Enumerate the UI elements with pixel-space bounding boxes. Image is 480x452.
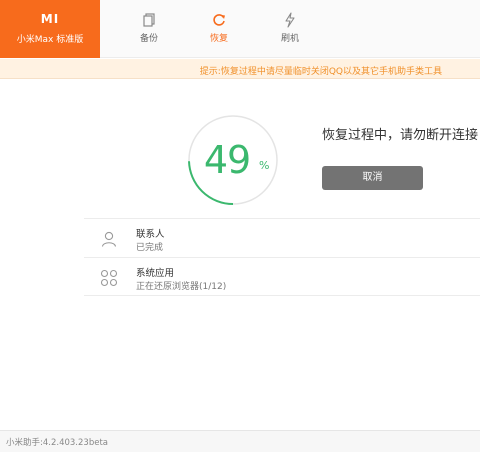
item-title: 系统应用 [136, 268, 175, 279]
device-title: 小米Max 标准版 [16, 35, 84, 45]
list-item: 系统应用 正在还原浏览器(1/12) [84, 257, 480, 296]
item-status: 已完成 [136, 243, 164, 253]
tab-restore-label: 恢复 [209, 34, 228, 44]
notice-bar: 提示:恢复过程中请尽量临时关闭QQ以及其它手机助手类工具 [0, 59, 480, 79]
list-item: 联系人 已完成 [84, 218, 480, 257]
item-status: 正在还原浏览器(1/12) [136, 282, 227, 292]
flash-icon [285, 12, 295, 28]
progress-value: 49 [203, 138, 251, 182]
status-message: 恢复过程中，请勿断开连接 [322, 128, 479, 143]
brand-panel: MI 小米Max 标准版 [0, 0, 100, 58]
mi-logo: MI [40, 12, 60, 26]
tab-flash[interactable]: 刷机 [255, 0, 325, 58]
tab-backup[interactable]: 备份 [114, 0, 184, 58]
item-title: 联系人 [136, 229, 165, 240]
restore-item-list: 联系人 已完成 系统应用 正在还原浏览器(1/12) [84, 218, 480, 296]
progress-percent-sign: % [259, 159, 270, 172]
tab-flash-label: 刷机 [280, 34, 299, 44]
tab-backup-label: 备份 [139, 34, 158, 44]
contact-icon [101, 231, 117, 247]
version-label: 小米助手:4.2.403.23beta [6, 438, 108, 448]
cancel-button[interactable]: 取消 [322, 166, 423, 190]
restore-icon [213, 14, 225, 26]
top-bar: MI 小米Max 标准版 备份 恢复 刷机 [0, 0, 480, 58]
status-footer: 小米助手:4.2.403.23beta [0, 430, 480, 452]
apps-icon [100, 269, 118, 287]
tab-restore[interactable]: 恢复 [184, 0, 254, 58]
backup-icon [143, 13, 155, 27]
progress-ring: 49 % [186, 113, 280, 207]
notice-text: 提示:恢复过程中请尽量临时关闭QQ以及其它手机助手类工具 [199, 67, 442, 77]
